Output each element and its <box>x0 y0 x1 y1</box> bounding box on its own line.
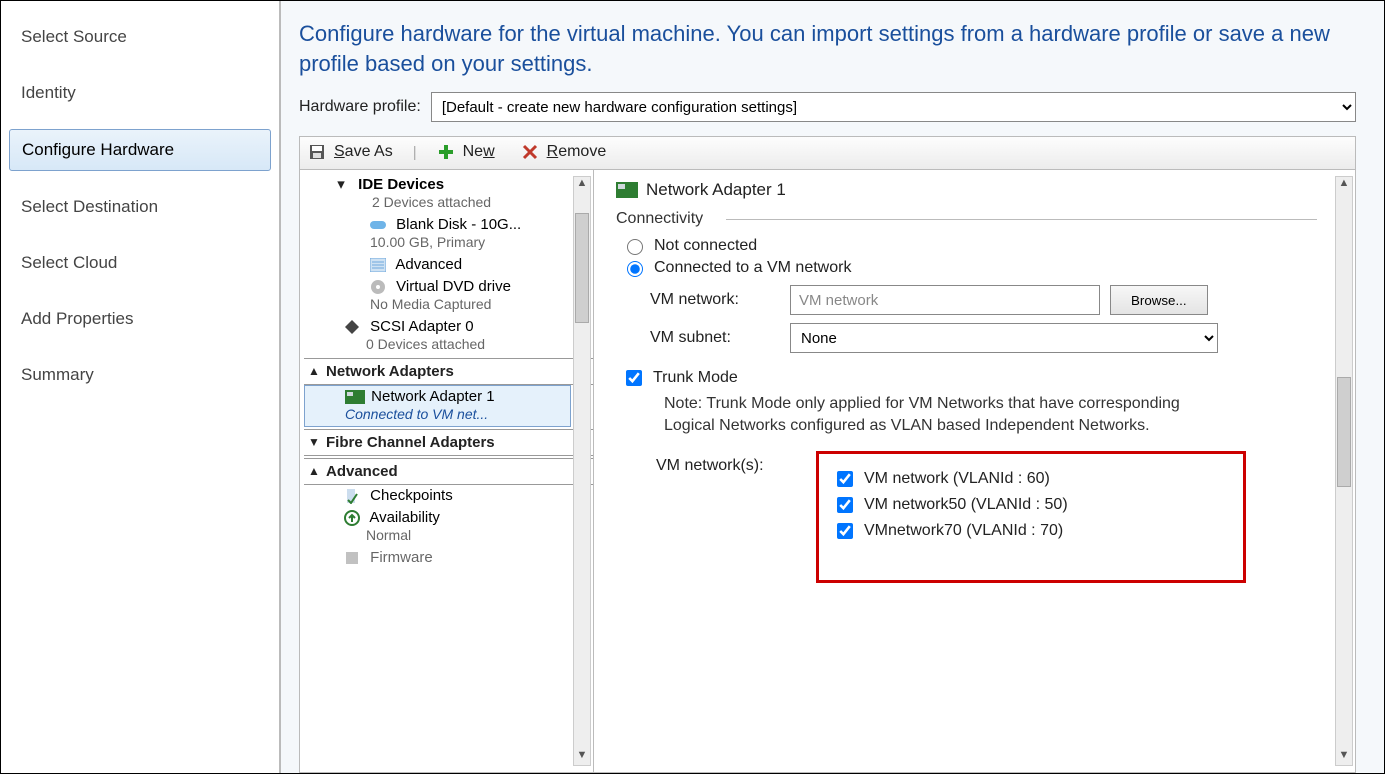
tree-scsi[interactable]: SCSI Adapter 0 0 Devices attached <box>304 316 593 356</box>
firmware-icon <box>344 550 362 566</box>
tree-checkpoints[interactable]: Checkpoints <box>304 485 593 507</box>
trunk-block: Trunk Mode Note: Trunk Mode only applied… <box>622 367 1341 582</box>
panel-title: Network Adapter 1 <box>616 180 1341 200</box>
vm-network-item[interactable]: VM network50 (VLANId : 50) <box>833 494 1183 516</box>
radio-connected[interactable] <box>627 261 643 277</box>
remove-button[interactable]: RemoveRemove <box>515 141 613 163</box>
radio-connected-label: Connected to a VM network <box>654 259 851 277</box>
nav-select-cloud[interactable]: Select Cloud <box>9 243 271 283</box>
vm-network-row: VM network: Browse... <box>650 285 1341 315</box>
tree-ide-devices[interactable]: ▾ IDE Devices 2 Devices attached <box>304 174 593 214</box>
vm-networks-highlight-box: VM network (VLANId : 60) VM network50 (V… <box>816 451 1246 583</box>
checkpoints-icon <box>344 488 362 504</box>
nav-summary[interactable]: Summary <box>9 355 271 395</box>
hardware-toolbar: SSave Asave As | NewNew RemoveRemove <box>299 136 1356 170</box>
save-icon <box>308 143 326 161</box>
nav-identity[interactable]: Identity <box>9 73 271 113</box>
vm-network-checkbox-0[interactable] <box>837 471 853 487</box>
save-as-button[interactable]: SSave Asave As <box>302 141 399 163</box>
chevron-down-icon: ▾ <box>332 176 350 194</box>
tree-dvd[interactable]: Virtual DVD drive No Media Captured <box>304 276 593 316</box>
vm-network-label: VM network: <box>650 291 780 309</box>
expand-icon: ▼ <box>308 435 320 449</box>
vm-network-checkbox-2[interactable] <box>837 523 853 539</box>
scroll-down-icon[interactable]: ▼ <box>1336 749 1352 765</box>
wizard-nav: Select Source Identity Configure Hardwar… <box>1 1 281 773</box>
dvd-icon <box>370 279 388 295</box>
tree-network-adapter-1[interactable]: Network Adapter 1 Connected to VM net... <box>304 385 571 427</box>
vm-subnet-select[interactable]: None <box>790 323 1218 353</box>
tree-firmware[interactable]: Firmware <box>304 547 593 569</box>
form-scrollbar[interactable]: ▲ ▼ <box>1335 176 1353 766</box>
scroll-down-icon[interactable]: ▼ <box>574 749 590 765</box>
tree-availability[interactable]: Availability Normal <box>304 507 593 547</box>
scroll-up-icon[interactable]: ▲ <box>1336 177 1352 193</box>
list-icon <box>370 258 388 272</box>
tree-cat-advanced[interactable]: ▲ Advanced <box>304 458 593 485</box>
vm-subnet-row: VM subnet: None <box>650 323 1341 353</box>
browse-button[interactable]: Browse... <box>1110 285 1208 315</box>
availability-icon <box>344 510 362 526</box>
vm-network-item-label: VM network (VLANId : 60) <box>864 470 1050 488</box>
tree-cat-network[interactable]: ▲ Network Adapters <box>304 358 593 385</box>
nav-select-destination[interactable]: Select Destination <box>9 187 271 227</box>
radio-connected-row[interactable]: Connected to a VM network <box>622 258 1341 277</box>
radio-not-connected-label: Not connected <box>654 237 757 255</box>
hardware-profile-label: Hardware profile: <box>299 98 421 116</box>
hardware-profile-row: Hardware profile: [Default - create new … <box>299 92 1356 122</box>
new-button[interactable]: NewNew <box>431 141 501 163</box>
tree-blank-disk[interactable]: Blank Disk - 10G... 10.00 GB, Primary <box>304 214 593 254</box>
main-pane: Configure hardware for the virtual machi… <box>281 1 1384 773</box>
hardware-body: ▾ IDE Devices 2 Devices attached Blank D… <box>299 170 1356 773</box>
hardware-profile-select[interactable]: [Default - create new hardware configura… <box>431 92 1356 122</box>
nic-icon <box>616 182 638 198</box>
vm-network-input[interactable] <box>790 285 1100 315</box>
vm-networks-label: VM network(s): <box>656 451 806 475</box>
hardware-tree: ▾ IDE Devices 2 Devices attached Blank D… <box>300 170 594 772</box>
nav-select-source[interactable]: Select Source <box>9 17 271 57</box>
collapse-icon: ▲ <box>308 464 320 478</box>
collapse-icon: ▲ <box>308 364 320 378</box>
tree-cat-fibre[interactable]: ▼ Fibre Channel Adapters <box>304 429 593 456</box>
page-intro: Configure hardware for the virtual machi… <box>299 19 1356 78</box>
radio-not-connected-row[interactable]: Not connected <box>622 236 1341 255</box>
scsi-icon <box>344 319 362 335</box>
vm-network-checkbox-1[interactable] <box>837 497 853 513</box>
vm-networks-row: VM network(s): VM network (VLANId : 60) … <box>656 451 1341 583</box>
plus-icon <box>437 143 455 161</box>
vm-subnet-label: VM subnet: <box>650 329 780 347</box>
connectivity-group-label: Connectivity <box>616 210 1341 228</box>
radio-not-connected[interactable] <box>627 239 643 255</box>
nav-add-properties[interactable]: Add Properties <box>9 299 271 339</box>
scroll-thumb[interactable] <box>1337 377 1351 487</box>
disk-icon <box>370 219 388 231</box>
vm-network-item-label: VM network50 (VLANId : 50) <box>864 496 1068 514</box>
scroll-thumb[interactable] <box>575 213 589 323</box>
scroll-up-icon[interactable]: ▲ <box>574 177 590 193</box>
trunk-mode-note: Note: Trunk Mode only applied for VM Net… <box>664 393 1224 436</box>
vm-network-item-label: VMnetwork70 (VLANId : 70) <box>864 522 1063 540</box>
vm-network-item[interactable]: VMnetwork70 (VLANId : 70) <box>833 520 1183 542</box>
remove-icon <box>521 143 539 161</box>
trunk-mode-checkbox[interactable] <box>626 370 642 386</box>
tree-advanced[interactable]: Advanced <box>304 254 593 276</box>
nav-configure-hardware[interactable]: Configure Hardware <box>9 129 271 171</box>
tree-scrollbar[interactable]: ▲ ▼ <box>573 176 591 766</box>
toolbar-separator: | <box>413 144 417 161</box>
nic-icon <box>345 390 363 404</box>
vm-network-item[interactable]: VM network (VLANId : 60) <box>833 468 1183 490</box>
trunk-mode-label: Trunk Mode <box>653 369 738 387</box>
adapter-form: Network Adapter 1 Connectivity Not conne… <box>594 170 1355 772</box>
